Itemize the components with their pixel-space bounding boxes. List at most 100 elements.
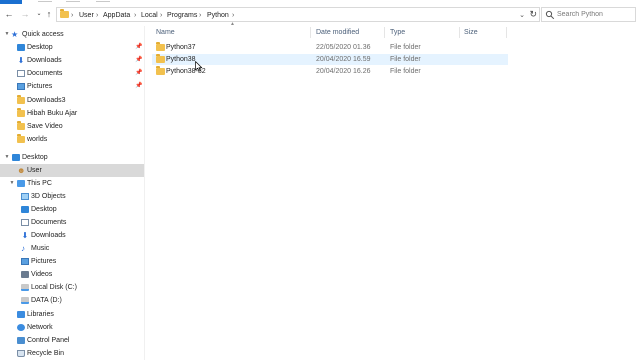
documents-icon xyxy=(17,70,25,77)
computer-icon xyxy=(17,180,25,187)
nav-pc-pictures[interactable]: Pictures xyxy=(0,255,144,268)
nav-label: Pictures xyxy=(27,83,53,90)
nav-pc-music[interactable]: ♪ Music xyxy=(0,242,144,255)
videos-icon xyxy=(21,271,29,278)
nav-quick-pictures[interactable]: Pictures 📌 xyxy=(0,80,144,93)
file-row[interactable]: Python38 20/04/2020 16.59 File folder xyxy=(152,54,508,65)
nav-label: 3D Objects xyxy=(31,193,66,200)
file-date-modified: 20/04/2020 16.59 xyxy=(316,56,371,63)
nav-label: User xyxy=(27,167,42,174)
ribbon xyxy=(0,0,640,4)
chevron-down-icon: ▼ xyxy=(4,31,10,37)
nav-pc-desktop[interactable]: Desktop xyxy=(0,203,144,216)
chevron-right-icon: › xyxy=(199,12,202,19)
breadcrumb-programs[interactable]: Programs xyxy=(167,10,197,21)
file-list: ▲ Name Date modified Type Size Python37 … xyxy=(146,21,640,360)
nav-quick-hibah-buku-ajar[interactable]: Hibah Buku Ajar xyxy=(0,107,144,120)
nav-label: Music xyxy=(31,245,50,252)
search-input[interactable] xyxy=(557,9,633,20)
nav-network[interactable]: Network xyxy=(0,321,144,334)
breadcrumb-python[interactable]: Python xyxy=(207,10,229,21)
column-header-name[interactable]: Name xyxy=(156,26,175,39)
file-tab[interactable] xyxy=(0,0,22,4)
nav-control-panel[interactable]: Control Panel xyxy=(0,334,144,347)
nav-label: Recycle Bin xyxy=(27,350,64,357)
address-bar[interactable]: › User › AppData › Local › Programs › Py… xyxy=(56,7,540,22)
nav-libraries[interactable]: Libraries xyxy=(0,308,144,321)
share-tab[interactable] xyxy=(66,0,80,4)
chevron-right-icon: › xyxy=(134,12,137,19)
folder-icon xyxy=(60,9,69,18)
nav-pc-documents[interactable]: Documents xyxy=(0,216,144,229)
pictures-icon xyxy=(17,83,25,90)
nav-quick-desktop[interactable]: Desktop 📌 xyxy=(0,41,144,54)
file-name: Python37 xyxy=(166,44,196,51)
breadcrumb-local[interactable]: Local xyxy=(141,10,158,21)
column-divider[interactable] xyxy=(506,27,507,38)
folder-icon xyxy=(156,42,165,51)
back-button[interactable]: ← xyxy=(3,8,15,20)
nav-label: Downloads3 xyxy=(27,97,66,104)
nav-pc-data-d[interactable]: DATA (D:) xyxy=(0,294,144,307)
forward-button[interactable]: → xyxy=(19,8,31,20)
column-divider[interactable] xyxy=(384,27,385,38)
disk-icon xyxy=(21,297,29,304)
nav-this-pc[interactable]: ▼ This PC xyxy=(0,177,144,190)
nav-quick-downloads3[interactable]: Downloads3 xyxy=(0,94,144,107)
chevron-down-icon: ▼ xyxy=(4,154,10,160)
nav-pc-local-disk-c[interactable]: Local Disk (C:) xyxy=(0,281,144,294)
search-box[interactable] xyxy=(541,7,636,22)
view-tab[interactable] xyxy=(96,0,110,4)
desktop-icon xyxy=(21,206,29,213)
column-header-size[interactable]: Size xyxy=(464,26,478,39)
back-arrow-icon: ← xyxy=(4,9,14,19)
file-name: Python38 xyxy=(166,56,196,63)
chevron-down-icon: ⌄ xyxy=(36,11,42,17)
download-icon: ⬇ xyxy=(21,231,29,240)
pin-icon[interactable]: 📌 xyxy=(135,80,142,93)
pin-icon[interactable]: 📌 xyxy=(135,67,142,80)
refresh-icon[interactable]: ↻ xyxy=(529,9,537,20)
up-button[interactable]: ↑ xyxy=(43,8,55,20)
up-arrow-icon: ↑ xyxy=(46,9,52,19)
nav-label: Documents xyxy=(27,70,63,77)
pin-icon[interactable]: 📌 xyxy=(135,54,142,67)
file-type: File folder xyxy=(390,56,421,63)
nav-label: Desktop xyxy=(31,206,57,213)
nav-label: Desktop xyxy=(27,44,53,51)
file-row[interactable]: Python37 22/05/2020 01.36 File folder xyxy=(152,42,508,53)
nav-pc-3d-objects[interactable]: 3D Objects xyxy=(0,190,144,203)
nav-label: This PC xyxy=(27,180,52,187)
nav-quick-downloads[interactable]: ⬇ Downloads 📌 xyxy=(0,54,144,67)
forward-arrow-icon: → xyxy=(20,9,30,19)
pin-icon[interactable]: 📌 xyxy=(135,41,142,54)
folder-icon xyxy=(17,108,25,117)
nav-pc-videos[interactable]: Videos xyxy=(0,268,144,281)
nav-desktop[interactable]: ▼ Desktop xyxy=(0,151,144,164)
nav-label: Desktop xyxy=(22,154,48,161)
chevron-down-icon: ▼ xyxy=(9,180,15,186)
folder-icon xyxy=(17,121,25,130)
breadcrumb-appdata[interactable]: AppData xyxy=(103,10,130,21)
column-divider[interactable] xyxy=(459,27,460,38)
nav-quick-access[interactable]: ▼ ★ Quick access xyxy=(0,28,144,41)
breadcrumb-user[interactable]: User xyxy=(79,10,94,21)
chevron-right-icon: › xyxy=(71,12,74,19)
address-dropdown-icon[interactable]: ⌄ xyxy=(519,10,525,21)
nav-pc-downloads[interactable]: ⬇ Downloads xyxy=(0,229,144,242)
nav-label: Control Panel xyxy=(27,337,70,344)
nav-recycle-bin[interactable]: Recycle Bin xyxy=(0,347,144,360)
nav-quick-documents[interactable]: Documents 📌 xyxy=(0,67,144,80)
nav-user[interactable]: ☻ User xyxy=(0,164,144,177)
nav-label: Documents xyxy=(31,219,67,226)
desktop-icon xyxy=(12,154,20,161)
nav-quick-worlds[interactable]: worlds xyxy=(0,133,144,146)
home-tab[interactable] xyxy=(38,0,52,4)
nav-quick-save-video[interactable]: Save Video xyxy=(0,120,144,133)
column-header-date-modified[interactable]: Date modified xyxy=(316,26,359,39)
column-header-type[interactable]: Type xyxy=(390,26,405,39)
file-row[interactable]: Python38-32 20/04/2020 16.26 File folder xyxy=(152,66,508,77)
nav-label: Local Disk (C:) xyxy=(31,284,77,291)
nav-label: Pictures xyxy=(31,258,57,265)
column-divider[interactable] xyxy=(310,27,311,38)
